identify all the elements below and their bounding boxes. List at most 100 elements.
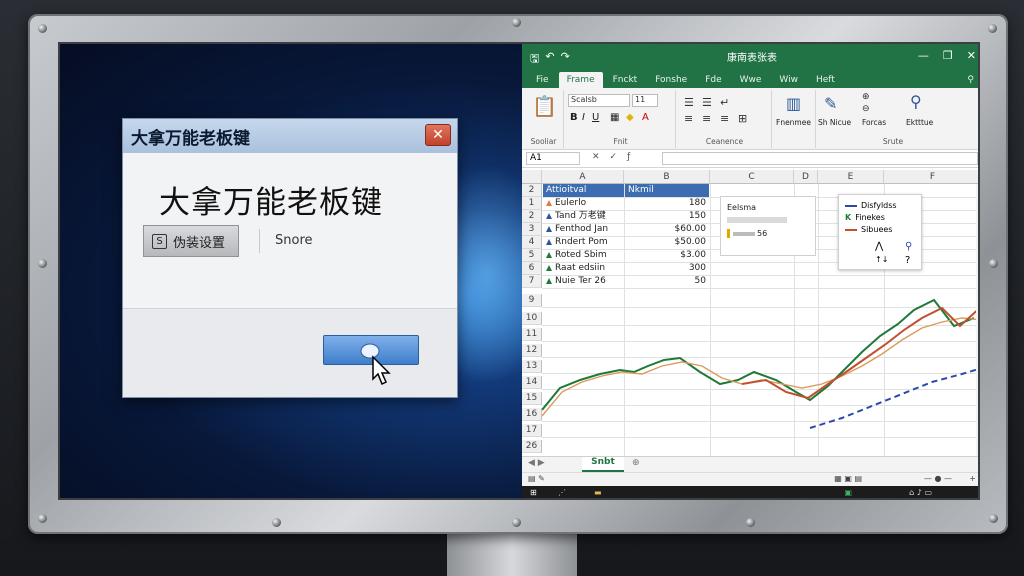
enter-icon[interactable]: ✓ <box>610 152 618 162</box>
tab-view[interactable]: Wiw <box>771 72 806 88</box>
column-header-c[interactable]: C <box>710 170 794 184</box>
row-header[interactable]: 2 <box>522 184 542 197</box>
worksheet-grid[interactable]: A B C D E F 2 1 2 3 4 5 6 7 9 10 11 12 1… <box>522 170 980 456</box>
align-top-icon[interactable]: ☰ <box>684 96 694 109</box>
cancel-icon[interactable]: ✕ <box>592 152 600 162</box>
tab-file[interactable]: Fie <box>528 72 557 88</box>
italic-icon[interactable]: I <box>582 112 585 123</box>
delete-cells-icon[interactable]: ⊖ <box>862 104 870 114</box>
search-icon[interactable]: ⚲ <box>959 72 978 88</box>
select-all-corner[interactable] <box>522 170 542 184</box>
zoom-in-icon[interactable]: + <box>969 474 976 483</box>
row-header[interactable]: 3 <box>522 223 542 236</box>
row-header[interactable]: 26 <box>522 440 542 453</box>
table-row[interactable]: Tand 万老键 <box>546 210 606 223</box>
cell-value[interactable]: 150 <box>624 210 706 223</box>
column-header-a[interactable]: A <box>542 170 624 184</box>
tab-formulas[interactable]: Fonshe <box>647 72 695 88</box>
row-header[interactable]: 14 <box>522 376 542 389</box>
function-icon[interactable]: ƒ <box>627 152 630 162</box>
font-color-icon[interactable]: A <box>642 112 649 123</box>
table-header-name[interactable]: Attioitval <box>543 184 624 197</box>
excel-taskbar-icon[interactable]: ▣ <box>844 488 852 497</box>
tray-icons[interactable]: ⌂ ♪ ▭ <box>909 488 932 497</box>
table-row[interactable]: Raat edsiin <box>546 262 605 275</box>
formula-input[interactable] <box>662 152 978 165</box>
restore-icon[interactable]: ❐ <box>943 49 953 62</box>
conditional-format-icon[interactable]: ▥ <box>786 94 801 113</box>
bold-icon[interactable]: B <box>570 112 578 123</box>
row-header[interactable]: 11 <box>522 328 542 341</box>
column-header-b[interactable]: B <box>624 170 710 184</box>
vertical-scrollbar[interactable] <box>976 184 978 456</box>
tab-home[interactable]: Frame <box>558 72 603 88</box>
paste-icon[interactable]: 📋 <box>532 94 557 118</box>
add-sheet-icon[interactable]: ⊕ <box>632 458 640 468</box>
row-header[interactable]: 10 <box>522 312 542 325</box>
column-header-d[interactable]: D <box>794 170 818 184</box>
row-header[interactable]: 13 <box>522 360 542 373</box>
task-view-icon[interactable]: ⋰ <box>558 488 566 497</box>
table-row[interactable]: Fenthod Jan <box>546 223 608 236</box>
close-icon[interactable]: ✕ <box>967 49 976 62</box>
cell-value[interactable]: $60.00 <box>624 223 707 236</box>
tab-insert[interactable]: Fnckt <box>605 72 646 88</box>
row-header[interactable]: 15 <box>522 392 542 405</box>
sort-filter-icon[interactable]: ⚲ <box>910 92 922 111</box>
table-row[interactable]: Nuie Ter 26 <box>546 275 606 288</box>
chart-legend[interactable]: Disfyldss K Finekes Sibuees ⋀ ⚲ ↑↓ ? <box>838 194 922 270</box>
align-right-icon[interactable]: ≡ <box>720 112 729 125</box>
row-header[interactable]: 2 <box>522 210 542 223</box>
row-header[interactable]: 12 <box>522 344 542 357</box>
prev-sheet-icon[interactable]: ◀ ▶ <box>528 458 545 468</box>
row-marker-icon <box>546 199 552 206</box>
row-header[interactable]: 17 <box>522 424 542 437</box>
align-left-icon[interactable]: ≡ <box>684 112 693 125</box>
table-row[interactable]: Roted Sbim <box>546 249 607 262</box>
zoom-slider[interactable]: — ● — <box>924 474 952 483</box>
name-box[interactable]: A1 <box>526 152 580 165</box>
minimize-icon[interactable]: — <box>918 49 929 62</box>
table-header-value[interactable]: Nkmil <box>625 184 709 197</box>
insert-cells-icon[interactable]: ⊕ <box>862 92 870 102</box>
start-icon[interactable]: ⊞ <box>530 488 537 497</box>
row-header[interactable]: 6 <box>522 262 542 275</box>
merge-icon[interactable]: ⊞ <box>738 112 747 125</box>
row-header[interactable]: 5 <box>522 249 542 262</box>
column-header-f[interactable]: F <box>884 170 978 184</box>
row-header[interactable]: 9 <box>522 294 542 307</box>
table-row[interactable]: Eulerlo <box>546 197 586 210</box>
cell-styles-icon[interactable]: ✎ <box>824 94 837 113</box>
table-row[interactable]: Rndert Pom <box>546 236 608 249</box>
cell-value[interactable]: $50.00 <box>624 236 707 249</box>
tab-review[interactable]: Wwe <box>732 72 770 88</box>
border-icon[interactable]: ▦ <box>610 112 619 123</box>
view-icons[interactable]: ▦ ▣ ▤ <box>834 474 862 483</box>
underline-icon[interactable]: U <box>592 112 599 123</box>
close-button[interactable]: ✕ <box>425 124 451 146</box>
tab-data[interactable]: Fde <box>697 72 729 88</box>
row-header[interactable]: 1 <box>522 197 542 210</box>
dialog-note: Snore <box>275 233 313 248</box>
dialog-titlebar[interactable]: 大拿万能老板键 ✕ <box>123 119 457 153</box>
row-header[interactable]: 7 <box>522 275 542 288</box>
disguise-settings-button[interactable]: S 伪装设置 <box>143 225 239 257</box>
cell-value[interactable]: $3.00 <box>624 249 706 262</box>
file-explorer-icon[interactable]: ▬ <box>594 488 602 497</box>
fill-color-icon[interactable]: ◆ <box>626 112 634 123</box>
line-chart[interactable] <box>542 288 980 456</box>
cell-value[interactable]: 180 <box>624 197 706 210</box>
font-size-select[interactable]: 11 <box>632 94 658 107</box>
font-name-select[interactable]: Scalsb <box>568 94 630 107</box>
column-header-e[interactable]: E <box>818 170 884 184</box>
tab-help[interactable]: Heft <box>808 72 843 88</box>
row-header[interactable]: 4 <box>522 236 542 249</box>
cell-value[interactable]: 50 <box>624 275 706 288</box>
wrap-text-icon[interactable]: ↵ <box>720 96 729 109</box>
styles-label-2: Forcas <box>862 118 887 127</box>
cell-value[interactable]: 300 <box>624 262 706 275</box>
align-middle-icon[interactable]: ☰ <box>702 96 712 109</box>
align-center-icon[interactable]: ≡ <box>702 112 711 125</box>
row-header[interactable]: 16 <box>522 408 542 421</box>
sheet-tab[interactable]: Snbt <box>582 457 624 472</box>
